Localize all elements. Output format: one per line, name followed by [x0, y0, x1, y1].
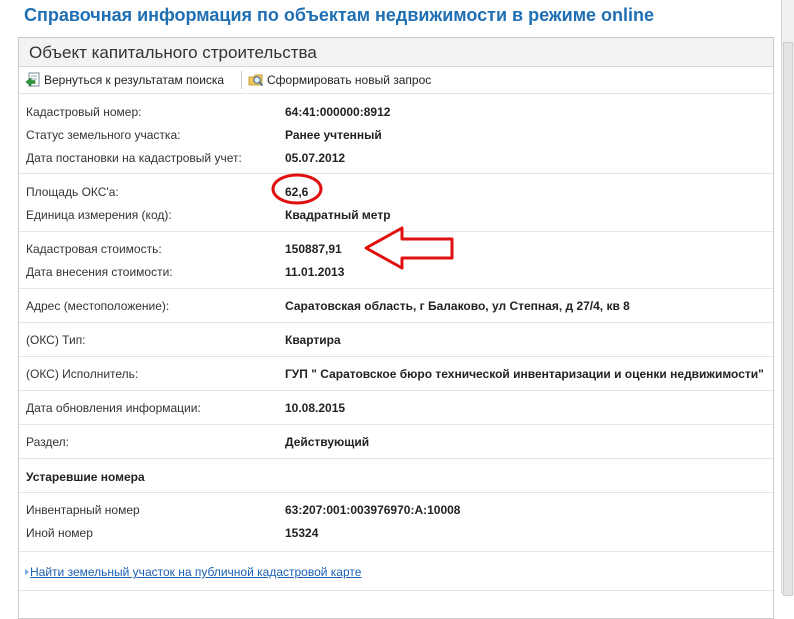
panel-title: Объект капитального строительства — [29, 43, 317, 62]
field-row: Раздел: Действующий — [19, 431, 773, 453]
field-value: Действующий — [285, 435, 370, 449]
field-row: (ОКС) Тип: Квартира — [19, 329, 773, 351]
field-row: Статус земельного участка: Ранее учтенны… — [19, 124, 773, 146]
new-query-label: Сформировать новый запрос — [267, 73, 432, 87]
row-divider — [19, 590, 773, 591]
field-row: Кадастровая стоимость: 150887,91 — [19, 238, 773, 260]
row-divider — [19, 492, 773, 493]
field-label: Адрес (местоположение): — [26, 299, 170, 313]
field-row: Кадастровый номер: 64:41:000000:8912 — [19, 101, 773, 123]
toolbar-separator — [241, 71, 242, 89]
toolbar: Вернуться к результатам поиска Сформиров… — [19, 67, 773, 94]
field-row: Иной номер 15324 — [19, 522, 773, 544]
page-title: Справочная информация по объектам недвиж… — [24, 5, 655, 25]
field-row: Дата постановки на кадастровый учет: 05.… — [19, 147, 773, 169]
scrollbar-thumb[interactable] — [783, 42, 793, 596]
row-divider — [19, 424, 773, 425]
field-label: Дата обновления информации: — [26, 401, 201, 415]
field-value: 64:41:000000:8912 — [285, 105, 391, 119]
row-divider — [19, 356, 773, 357]
field-row: (ОКС) Исполнитель: ГУП " Саратовское бюр… — [19, 363, 773, 385]
row-divider — [19, 390, 773, 391]
field-label: (ОКС) Тип: — [26, 333, 86, 347]
field-label: (ОКС) Исполнитель: — [26, 367, 139, 381]
field-label: Статус земельного участка: — [26, 128, 181, 142]
object-panel: Объект капитального строительства Вернут… — [18, 37, 774, 619]
field-label: Площадь ОКС'а: — [26, 185, 119, 199]
back-to-results-label: Вернуться к результатам поиска — [44, 73, 225, 87]
field-value: Квадратный метр — [285, 208, 391, 222]
field-label: Кадастровый номер: — [26, 105, 142, 119]
field-label: Кадастровая стоимость: — [26, 242, 162, 256]
field-value: 15324 — [285, 526, 319, 540]
row-divider — [19, 231, 773, 232]
new-query-button[interactable]: Сформировать новый запрос — [248, 70, 431, 90]
field-row: Единица измерения (код): Квадратный метр — [19, 204, 773, 226]
field-label: Инвентарный номер — [26, 503, 140, 517]
field-label: Раздел: — [26, 435, 69, 449]
row-divider — [19, 551, 773, 552]
field-value: 63:207:001:003976970:А:10008 — [285, 503, 461, 517]
field-label: Иной номер — [26, 526, 93, 540]
field-value: Ранее учтенный — [285, 128, 382, 142]
field-label: Дата внесения стоимости: — [26, 265, 173, 279]
field-label: Дата постановки на кадастровый учет: — [26, 151, 242, 165]
field-value: ГУП " Саратовское бюро технической инвен… — [285, 367, 764, 381]
field-row: Дата обновления информации: 10.08.2015 — [19, 397, 773, 419]
field-value: 11.01.2013 — [285, 265, 345, 279]
field-value: 10.08.2015 — [285, 401, 346, 415]
row-divider — [19, 288, 773, 289]
field-value: Квартира — [285, 333, 341, 347]
field-value: Саратовская область, г Балаково, ул Степ… — [285, 299, 630, 313]
field-row: Инвентарный номер 63:207:001:003976970:А… — [19, 499, 773, 521]
scrollbar[interactable] — [781, 0, 794, 596]
back-arrow-icon — [25, 72, 41, 88]
row-divider — [19, 458, 773, 459]
back-to-results-button[interactable]: Вернуться к результатам поиска — [25, 70, 224, 90]
old-numbers-heading: Устаревшие номера — [26, 470, 145, 484]
public-map-link[interactable]: Найти земельный участок на публичной кад… — [30, 565, 361, 579]
field-row: Площадь ОКС'а: 62,6 — [19, 181, 773, 203]
field-row: Адрес (местоположение): Саратовская обла… — [19, 295, 773, 317]
field-value: 05.07.2012 — [285, 151, 346, 165]
field-label: Единица измерения (код): — [26, 208, 172, 222]
search-folder-icon — [248, 72, 264, 88]
cadastral-cost-value: 150887,91 — [285, 242, 342, 256]
field-row: Дата внесения стоимости: 11.01.2013 — [19, 261, 773, 283]
panel-header: Объект капитального строительства — [19, 38, 773, 67]
row-divider — [19, 322, 773, 323]
area-value: 62,6 — [285, 185, 309, 199]
link-bullet-icon — [25, 569, 29, 575]
row-divider — [19, 173, 773, 174]
